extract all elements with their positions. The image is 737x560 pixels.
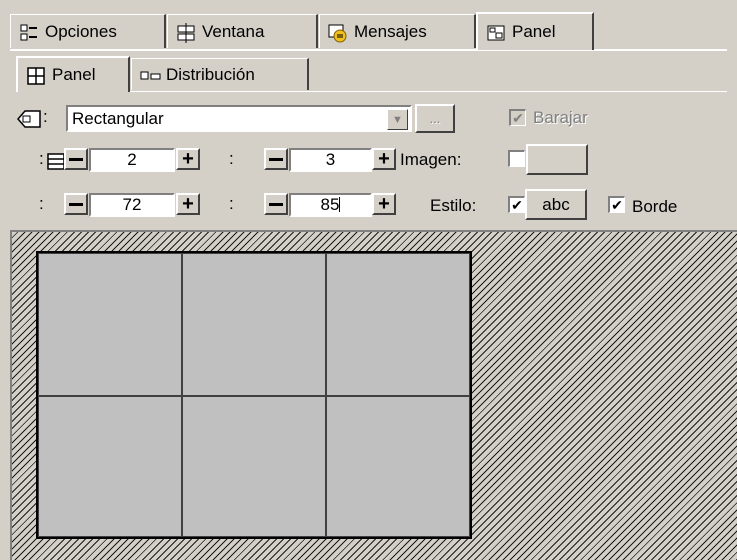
shuffle-label: Barajar xyxy=(533,108,588,127)
tab-panel[interactable]: Panel xyxy=(476,12,594,50)
cols-increment-button[interactable]: + xyxy=(372,148,396,170)
shape-combo[interactable]: Rectangular ▼ xyxy=(66,105,412,132)
preview-cell xyxy=(326,396,470,537)
image-select-button[interactable] xyxy=(526,144,588,175)
style-checkbox[interactable]: ✔ xyxy=(508,196,525,213)
minus-icon xyxy=(269,157,283,161)
window-icon xyxy=(176,22,196,43)
checkmark-icon: ✔ xyxy=(512,110,524,126)
ellipsis-label: ... xyxy=(429,111,441,126)
cols-value: 3 xyxy=(325,150,336,169)
height-input[interactable]: 85 xyxy=(289,193,372,217)
cols-decrement-button[interactable] xyxy=(264,148,288,170)
rows-input[interactable]: 2 xyxy=(89,148,175,172)
tab-panel-label: Panel xyxy=(512,22,556,41)
style-button-label: abc xyxy=(542,194,570,214)
tab-mensajes[interactable]: Mensajes xyxy=(319,14,476,48)
shape-label: : xyxy=(43,107,48,126)
shuffle-checkbox[interactable]: ✔ xyxy=(509,109,526,126)
tab-opciones[interactable]: Opciones xyxy=(10,14,166,48)
rows-decrement-button[interactable] xyxy=(64,148,88,170)
width-decrement-button[interactable] xyxy=(64,193,88,215)
minus-icon xyxy=(69,157,83,161)
shape-combo-value: Rectangular xyxy=(72,109,164,128)
plus-icon: + xyxy=(378,193,390,215)
tab-opciones-label: Opciones xyxy=(45,21,117,41)
preview-cell xyxy=(182,396,326,537)
tab-ventana-label: Ventana xyxy=(202,21,265,41)
plus-icon: + xyxy=(182,193,194,215)
cols-label: : xyxy=(229,149,234,168)
subtab-distribucion-label: Distribución xyxy=(166,64,255,84)
preview-cell xyxy=(38,253,182,396)
style-button[interactable]: abc xyxy=(525,189,587,220)
shape-icon xyxy=(16,108,42,130)
main-tab-bar: Opciones Ventana Mensajes Panel xyxy=(10,12,730,50)
minus-icon xyxy=(269,202,283,206)
width-input[interactable]: 72 xyxy=(89,193,175,217)
height-increment-button[interactable]: + xyxy=(372,193,396,215)
combo-dropdown-button[interactable]: ▼ xyxy=(387,109,408,130)
width-increment-button[interactable]: + xyxy=(176,193,200,215)
width-value: 72 xyxy=(122,195,142,214)
chevron-down-icon: ▼ xyxy=(392,113,403,126)
checkmark-icon: ✔ xyxy=(511,197,523,213)
subtab-panel[interactable]: Panel xyxy=(16,56,130,92)
plus-icon: + xyxy=(182,148,194,170)
rows-increment-button[interactable]: + xyxy=(176,148,200,170)
grid-icon xyxy=(26,66,46,85)
rows-label: : xyxy=(39,149,44,168)
minus-icon xyxy=(69,202,83,206)
height-label: : xyxy=(229,194,234,213)
cols-input[interactable]: 3 xyxy=(289,148,372,172)
tab-divider xyxy=(10,49,727,51)
subtab-panel-label: Panel xyxy=(52,65,96,84)
options-icon xyxy=(19,23,39,41)
width-label: : xyxy=(39,194,44,213)
image-label: Imagen: xyxy=(400,150,462,169)
tab-mensajes-label: Mensajes xyxy=(354,21,427,41)
preview-cell xyxy=(326,253,470,396)
border-label: Borde xyxy=(632,197,678,216)
preview-cell xyxy=(38,396,182,537)
checkmark-icon: ✔ xyxy=(611,197,623,213)
height-value: 85 xyxy=(320,195,340,214)
subtab-distribucion[interactable]: Distribución xyxy=(131,58,309,90)
plus-icon: + xyxy=(378,148,390,170)
style-label: Estilo: xyxy=(430,196,477,215)
panel-preview-grid xyxy=(36,251,472,539)
image-checkbox[interactable] xyxy=(508,150,525,167)
panel-icon xyxy=(486,23,506,41)
rows-value: 2 xyxy=(127,150,137,169)
border-checkbox[interactable]: ✔ xyxy=(608,196,625,213)
messages-icon xyxy=(328,23,348,42)
tab-ventana[interactable]: Ventana xyxy=(167,14,318,48)
preview-cell xyxy=(182,253,326,396)
distribution-icon xyxy=(140,66,161,84)
text-cursor xyxy=(339,197,341,212)
ellipsis-button[interactable]: ... xyxy=(415,104,455,133)
height-decrement-button[interactable] xyxy=(264,193,288,215)
sub-tab-bar: Panel Distribución xyxy=(16,56,316,92)
